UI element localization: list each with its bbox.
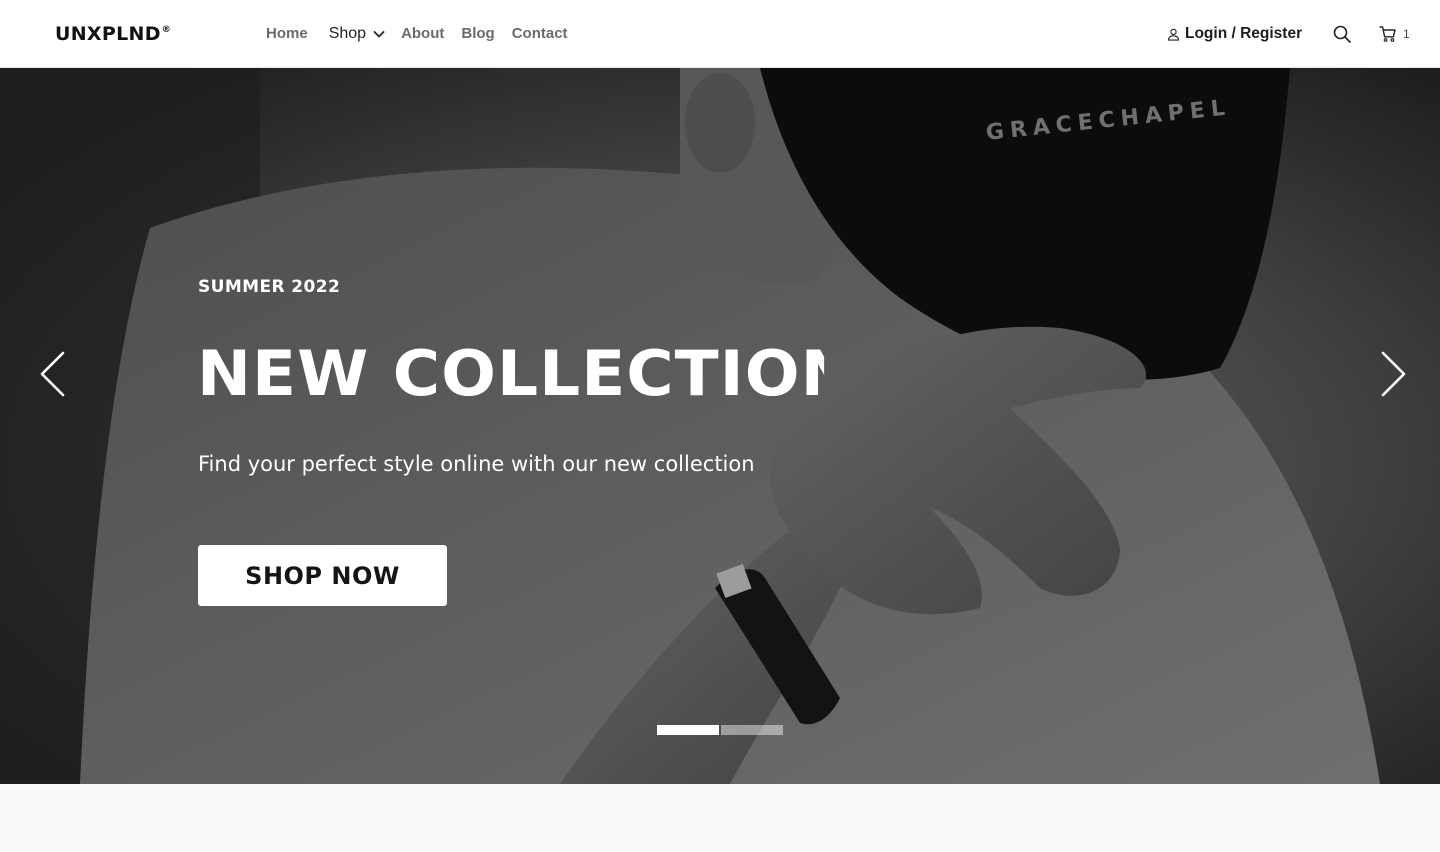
main-nav: Home Shop About Blog Contact (266, 22, 585, 46)
hero-slider: GRACECHAPEL SUMMER 2022 NEW COLLECTION F… (0, 68, 1440, 784)
slide-indicator-2[interactable] (721, 725, 783, 735)
hero-headline: NEW COLLECTION (197, 337, 825, 410)
brand-logo[interactable]: UNXPLND® (55, 22, 171, 46)
nav-home[interactable]: Home (266, 22, 308, 46)
login-register-label: Login / Register (1185, 25, 1303, 42)
nav-shop-label: Shop (328, 25, 367, 42)
brand-name: UNXPLND (55, 23, 161, 45)
slide-indicators (657, 725, 785, 735)
chevron-right-icon[interactable] (1378, 350, 1408, 398)
hero-eyebrow: SUMMER 2022 (198, 277, 341, 297)
chevron-left-icon[interactable] (38, 350, 68, 398)
slide-indicator-1[interactable] (657, 725, 719, 735)
nav-contact[interactable]: Contact (512, 22, 568, 46)
nav-shop[interactable]: Shop (329, 22, 386, 46)
hero-overlay (0, 68, 1440, 784)
hero-subcopy: Find your perfect style online with our … (198, 452, 755, 476)
login-register-link[interactable]: Login / Register (1167, 22, 1302, 46)
search-icon[interactable] (1332, 24, 1352, 44)
shop-now-button[interactable]: SHOP NOW (198, 545, 447, 606)
nav-blog[interactable]: Blog (461, 22, 494, 46)
nav-about[interactable]: About (401, 22, 444, 46)
content-area (0, 784, 1440, 852)
cart-icon (1379, 26, 1396, 42)
registered-mark: ® (161, 25, 172, 35)
cart-count-badge: 1 (1403, 27, 1410, 41)
chevron-down-icon (373, 31, 385, 38)
user-icon (1167, 28, 1180, 41)
cart-button[interactable]: 1 (1379, 24, 1410, 44)
site-header: UNXPLND® Home Shop About Blog Contact Lo… (0, 0, 1440, 68)
